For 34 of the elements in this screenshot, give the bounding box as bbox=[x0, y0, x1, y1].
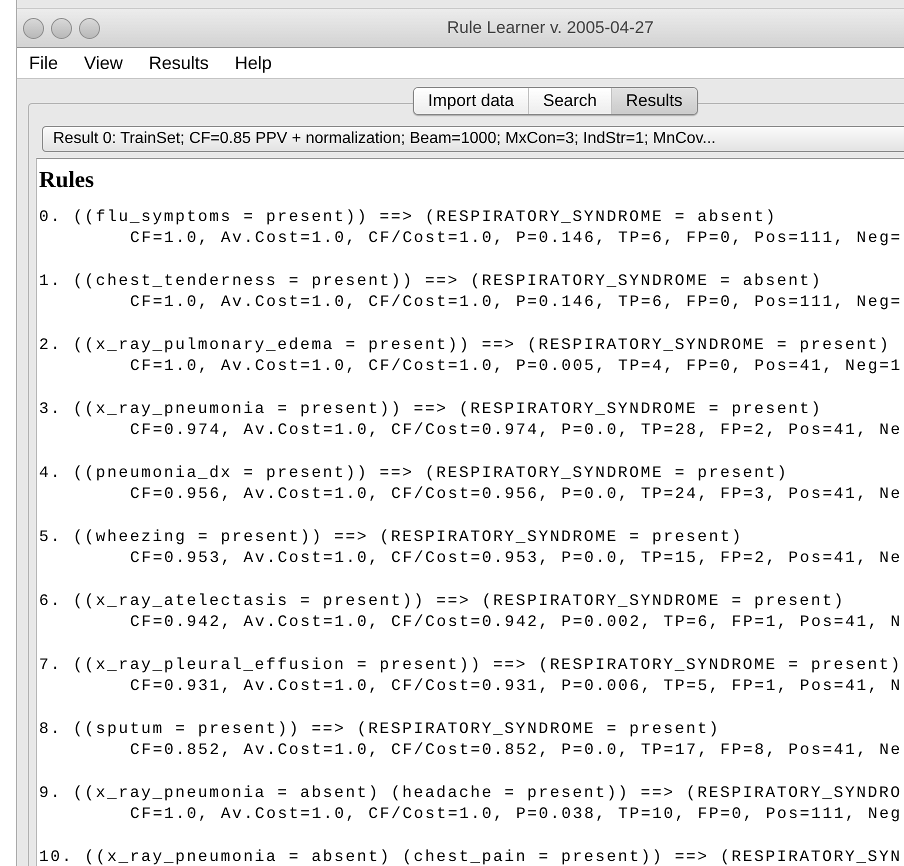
rule-stats: CF=0.953, Av.Cost=1.0, CF/Cost=0.953, P=0.0, TP=15, FP=2, Pos=41, Ne bbox=[130, 548, 902, 569]
menu-item[interactable]: File bbox=[29, 52, 58, 74]
rule-text: 3. ((x_ray_pneumonia = present)) ==> (RESPIRATORY_SYNDROME = present) bbox=[39, 399, 822, 420]
rule-stats: CF=0.852, Av.Cost=1.0, CF/Cost=0.852, P=0.0, TP=17, FP=8, Pos=41, Ne bbox=[130, 740, 902, 761]
rule-text: 0. ((flu_symptoms = present)) ==> (RESPIRATORY_SYNDROME = absent) bbox=[39, 207, 777, 228]
menu-item[interactable]: Help bbox=[234, 52, 272, 74]
rule-stats: CF=0.931, Av.Cost=1.0, CF/Cost=0.931, P=0.006, TP=5, FP=1, Pos=41, N bbox=[130, 676, 902, 697]
tab[interactable]: Search bbox=[529, 88, 612, 114]
tab[interactable]: Import data bbox=[414, 88, 529, 114]
close-button[interactable] bbox=[23, 18, 44, 38]
rule-stats: CF=0.956, Av.Cost=1.0, CF/Cost=0.956, P=0.0, TP=24, FP=3, Pos=41, Ne bbox=[130, 484, 902, 505]
result-dropdown[interactable]: Result 0: TrainSet; CF=0.85 PPV + normalization; Beam=1000; MxCon=3; IndStr=1; MnCov... bbox=[42, 126, 904, 152]
section-heading: Rules bbox=[39, 167, 95, 193]
rule-text: 4. ((pneumonia_dx = present)) ==> (RESPIRATORY_SYNDROME = present) bbox=[39, 463, 788, 484]
zoom-button[interactable] bbox=[79, 18, 100, 38]
rule-stats: CF=0.974, Av.Cost=1.0, CF/Cost=0.974, P=0.0, TP=28, FP=2, Pos=41, Ne bbox=[130, 420, 902, 441]
rule-stats: CF=1.0, Av.Cost=1.0, CF/Cost=1.0, P=0.005, TP=4, FP=0, Pos=41, Neg=1 bbox=[130, 356, 902, 377]
rule-text: 5. ((wheezing = present)) ==> (RESPIRATORY_SYNDROME = present) bbox=[39, 527, 743, 548]
rule-stats: CF=1.0, Av.Cost=1.0, CF/Cost=1.0, P=0.038, TP=10, FP=0, Pos=111, Neg bbox=[130, 804, 902, 825]
minimize-button[interactable] bbox=[51, 18, 72, 38]
rule-text: 7. ((x_ray_pleural_effusion = present)) ==> (RESPIRATORY_SYNDROME = present) bbox=[39, 655, 902, 676]
menu-item[interactable]: Results bbox=[148, 52, 209, 74]
rule-text: 1. ((chest_tenderness = present)) ==> (RESPIRATORY_SYNDROME = absent) bbox=[39, 271, 822, 292]
rule-text: 6. ((x_ray_atelectasis = present)) ==> (RESPIRATORY_SYNDROME = present) bbox=[39, 591, 845, 612]
rule-text: 8. ((sputum = present)) ==> (RESPIRATORY_SYNDROME = present) bbox=[39, 719, 720, 740]
rule-stats: CF=1.0, Av.Cost=1.0, CF/Cost=1.0, P=0.146, TP=6, FP=0, Pos=111, Neg= bbox=[130, 228, 902, 249]
menu-item[interactable]: View bbox=[84, 52, 123, 74]
rule-stats: CF=0.942, Av.Cost=1.0, CF/Cost=0.942, P=0.002, TP=6, FP=1, Pos=41, N bbox=[130, 612, 902, 633]
rule-text: 2. ((x_ray_pulmonary_edema = present)) ==> (RESPIRATORY_SYNDROME = present) bbox=[39, 335, 890, 356]
tab[interactable]: Results bbox=[612, 88, 697, 114]
rule-stats: CF=1.0, Av.Cost=1.0, CF/Cost=1.0, P=0.146, TP=6, FP=0, Pos=111, Neg= bbox=[130, 292, 902, 313]
window-title: Rule Learner v. 2005-04-27 bbox=[447, 18, 654, 38]
rule-text: 10. ((x_ray_pneumonia = absent) (chest_pain = present)) ==> (RESPIRATORY_SYN bbox=[39, 847, 902, 866]
rule-text: 9. ((x_ray_pneumonia = absent) (headache = present)) ==> (RESPIRATORY_SYNDRO bbox=[39, 783, 902, 804]
